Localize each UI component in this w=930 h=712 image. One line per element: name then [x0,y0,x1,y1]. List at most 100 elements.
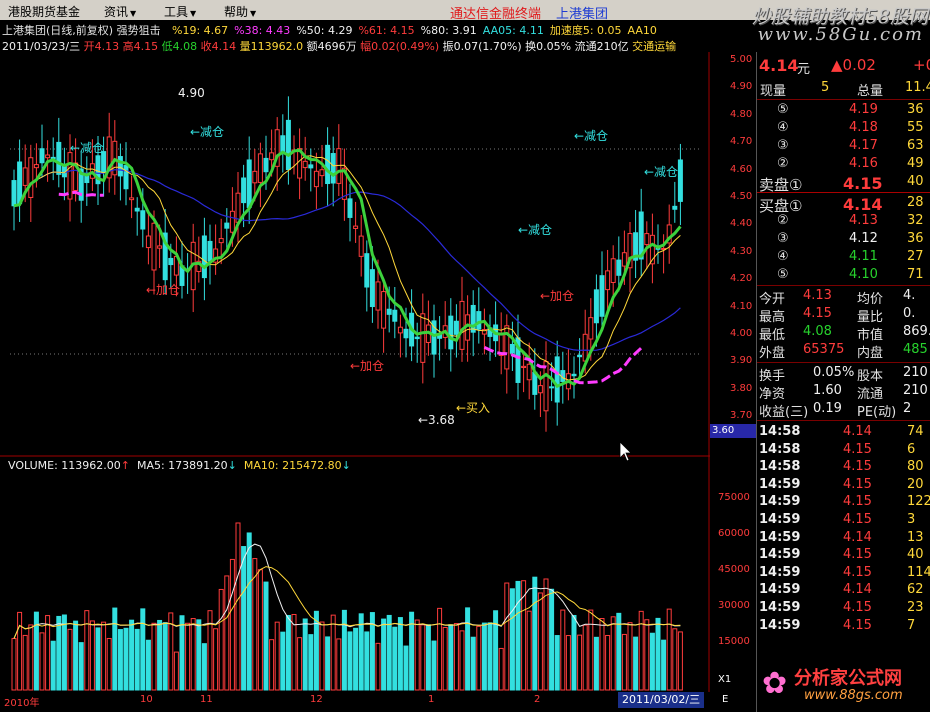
volume-bar [487,622,493,691]
candle-body [302,160,308,169]
tick-price: 4.15 [843,441,872,457]
volume-bar [392,626,398,691]
volume-bar [442,626,448,691]
candle-body [386,308,392,315]
candle-body [358,235,364,257]
price-axis: 5.00 4.90 4.80 4.70 4.60 4.50 4.40 4.30 4.20 4.10… [710,52,756,712]
menu-item-help[interactable]: 帮助 ▼ [224,3,256,20]
volume-bar [532,576,538,691]
tick-price: 4.14 [843,424,872,439]
menu-item-hk-futures[interactable]: 港股期货基金 [8,3,80,20]
volume-bar [106,637,112,691]
date-axis: 2010年 10 11 12 1 2 2011/03/02/三 E [0,692,728,712]
buy-level-row[interactable]: 买盘① 4.14 28 [757,195,930,215]
candle-body [397,326,403,334]
volume-bar [218,588,224,691]
tick-row[interactable]: 14:58 4.14 74 [757,424,930,442]
stat-row: 换手 0.05% 股本 210 [757,365,930,384]
tick-row[interactable]: 14:59 4.14 13 [757,530,930,548]
stat-row: 最低 4.08 市值 869.0 [757,324,930,343]
annotation-high-mark: 4.90 [178,86,205,100]
candle-body [509,343,515,354]
candle-body [537,385,543,394]
tick-volume: 122 [907,494,930,510]
volume-bar [134,628,140,691]
volume-bar [84,610,90,691]
volume-bar [465,607,471,691]
tick-time: 14:59 [759,512,801,527]
candle-body [56,141,62,175]
volume-bar [504,582,510,691]
candle-body [263,157,269,173]
buy-level-row[interactable]: ⑤ 4.10 71 [757,267,930,285]
sell-level-row[interactable]: 卖盘① 4.15 40 [757,174,930,194]
tick-row[interactable]: 14:59 4.15 40 [757,547,930,565]
candle-body [280,135,286,154]
stat-value: 869.0 [903,324,930,339]
date-tick: 1 [428,694,435,705]
buy-level-row[interactable]: ④ 4.11 27 [757,249,930,267]
quote-panel: 4.14 元 ▲0.02 +0 现量 5 总量 11.4 ⑤4.1936④4.1… [756,52,930,712]
sell-level-row[interactable]: ③ 4.17 63 [757,138,930,156]
buy-volume: 36 [907,231,924,246]
stat-label: 量比 [857,310,884,325]
candle-body [593,289,599,324]
candle-body [241,177,247,204]
candle-body [117,156,123,177]
sell-price: 4.17 [849,138,878,153]
buy-level-row[interactable]: ③ 4.12 36 [757,231,930,249]
price-tick: 4.30 [730,245,753,257]
sell-level-row[interactable]: ④ 4.18 55 [757,120,930,138]
volume-bar [213,628,219,691]
volume-bar [655,617,661,691]
volume-bar [308,634,314,691]
stat-label: 外盘 [759,346,786,361]
volume-bar [196,619,202,691]
volume-tick: 30000 [718,600,750,611]
sell-level-row[interactable]: ② 4.16 49 [757,156,930,174]
tick-row[interactable]: 14:59 4.15 20 [757,477,930,495]
buy-price: 4.10 [849,267,878,282]
indicator-value: AA05: 4.11 [482,24,544,37]
indicator-name: 强势狙击 [116,24,161,37]
volume-bar [599,618,605,691]
volume-bar [28,624,34,691]
tick-row[interactable]: 14:59 4.15 122 [757,494,930,512]
volume-bar [33,611,39,691]
menu-item-news[interactable]: 资讯 ▼ [104,3,136,20]
volume-bar [420,624,426,691]
candle-body [588,317,594,340]
candle-body [201,235,207,279]
volume-bar [151,622,157,691]
tick-row[interactable]: 14:58 4.15 6 [757,442,930,460]
volume-bar [588,609,594,691]
tick-row[interactable]: 14:59 4.15 7 [757,618,930,636]
sell-level-row[interactable]: ⑤ 4.19 36 [757,102,930,120]
candle-body [168,257,174,266]
tick-row[interactable]: 14:59 4.14 62 [757,582,930,600]
tick-row[interactable]: 14:58 4.15 80 [757,459,930,477]
tick-row[interactable]: 14:59 4.15 3 [757,512,930,530]
tick-price: 4.15 [843,617,872,633]
tick-volume: 40 [907,547,924,563]
candle-body [353,225,359,229]
buy-volume: 28 [907,195,924,210]
candlestick-chart[interactable]: 4.90 ←减仓 ←减仓 ←减仓 ←减仓 ←减仓 ←加仓 ←加仓 ←加仓 ←买入←3.68 [0,52,710,692]
price-tick: 4.10 [730,300,753,312]
volume-bar [537,592,543,691]
volume-bar [67,628,73,691]
tick-row[interactable]: 14:59 4.15 114 [757,565,930,583]
tick-row[interactable]: 14:59 4.15 23 [757,600,930,618]
sell-price: 4.16 [849,156,878,171]
tick-time: 14:59 [759,582,801,598]
volume-bar [45,615,51,691]
volume-bar [207,610,213,691]
date-tick: 10 [140,694,153,705]
volume-bar [257,569,263,691]
candle-body [330,153,336,184]
candle-body [308,164,314,169]
price-tick: 5.00 [730,54,753,65]
buy-level-label: ③ [777,231,789,246]
menu-item-tools[interactable]: 工具 ▼ [164,3,196,20]
buy-level-row[interactable]: ② 4.13 32 [757,213,930,231]
